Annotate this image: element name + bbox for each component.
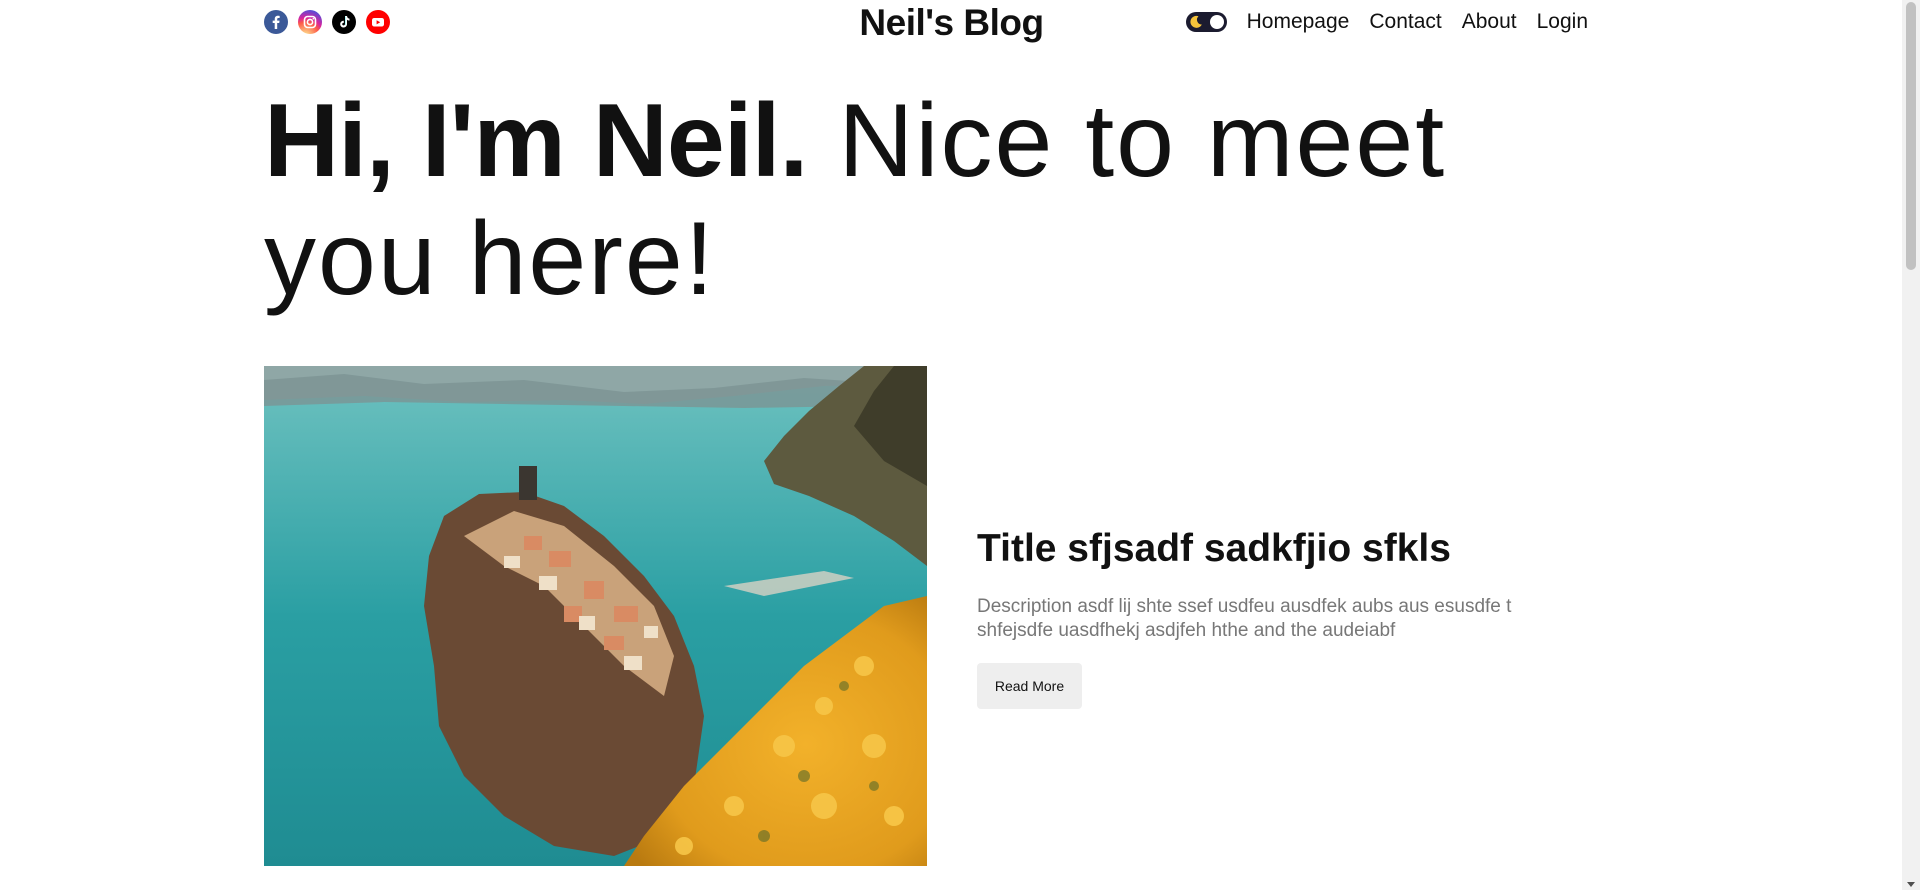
moon-icon	[1190, 15, 1202, 28]
nav-login[interactable]: Login	[1537, 8, 1588, 36]
navbar: Neil's Blog Homepage Contact About Login	[264, 0, 1588, 46]
theme-toggle[interactable]	[1185, 12, 1227, 32]
post-description: Description asdf lij shte ssef usdfeu au…	[977, 596, 1512, 641]
scroll-down-arrow-icon[interactable]	[1907, 882, 1915, 887]
hero-heading: Hi, I'm Neil. Nice to meet you here!	[264, 82, 1594, 318]
page: Neil's Blog Homepage Contact About Login…	[0, 0, 1902, 890]
nav-homepage[interactable]: Homepage	[1247, 8, 1350, 36]
toggle-knob	[1209, 15, 1224, 29]
page-scrollbar[interactable]	[1902, 0, 1920, 890]
scrollbar-thumb[interactable]	[1906, 2, 1916, 270]
post-title[interactable]: Title sfjsadf sadkfjio sfkls	[977, 523, 1587, 575]
featured-post: Title sfjsadf sadkfjio sfkls Description…	[977, 523, 1587, 709]
nav-about[interactable]: About	[1462, 8, 1517, 36]
nav-contact[interactable]: Contact	[1369, 8, 1441, 36]
main-nav: Homepage Contact About Login	[1185, 8, 1588, 36]
read-more-button[interactable]: Read More	[977, 663, 1082, 709]
featured-post-image[interactable]	[264, 366, 927, 866]
hero-strong: Hi, I'm Neil.	[264, 83, 808, 199]
